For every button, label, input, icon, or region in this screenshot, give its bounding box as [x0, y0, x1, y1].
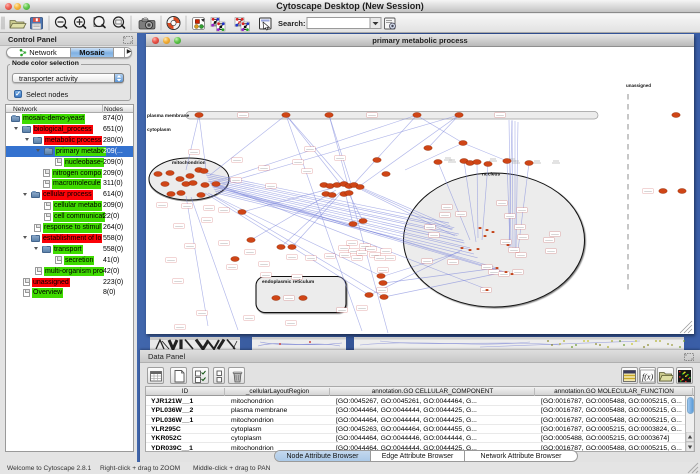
svg-text:f(x): f(x): [642, 373, 653, 382]
svg-text:unassigned: unassigned: [626, 83, 651, 88]
svg-text:nucleus: nucleus: [482, 172, 500, 178]
svg-text:endoplasmic reticulum: endoplasmic reticulum: [262, 279, 314, 285]
svg-text:mitochondrion: mitochondrion: [172, 160, 206, 166]
svg-text:plasma membrane: plasma membrane: [147, 113, 189, 119]
svg-text:cytoplasm: cytoplasm: [147, 127, 171, 133]
svg-text:Search:: Search:: [278, 19, 306, 28]
